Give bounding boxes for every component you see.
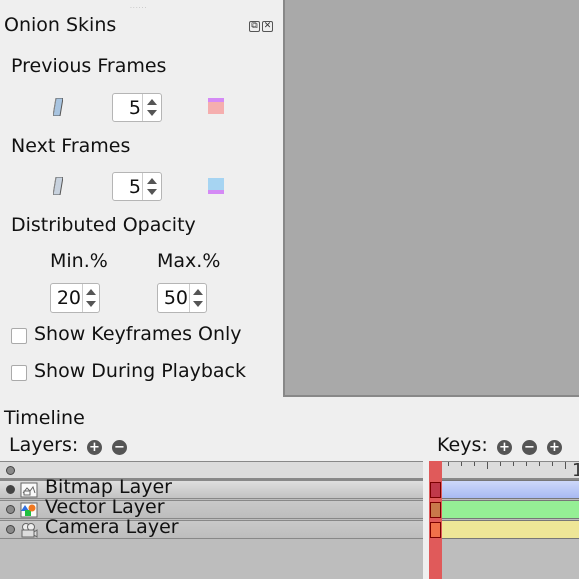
distributed-opacity-label: Distributed Opacity [11,214,196,236]
show-keyframes-only-checkbox[interactable] [11,328,27,344]
previous-frames-value: 5 [128,96,141,119]
next-frames-toggle[interactable] [52,176,64,196]
max-opacity-value: 50 [163,287,188,309]
show-during-playback-checkbox[interactable] [11,365,27,381]
duplicate-keyframe-button[interactable]: + [547,440,562,455]
canvas-area[interactable] [283,0,579,397]
max-opacity-spinbox[interactable]: 50 [157,283,207,313]
decrement-arrow[interactable] [86,301,96,307]
next-frames-value: 5 [128,175,141,198]
layers-label: Layers: [9,434,79,456]
increment-arrow[interactable] [147,178,157,184]
next-frames-spinbox[interactable]: 5 [112,172,162,201]
panel-title: Onion Skins [4,14,117,36]
previous-frames-label: Previous Frames [11,55,167,77]
dock-grip[interactable]: ...... [130,4,146,10]
min-opacity-value: 20 [56,287,81,309]
keyframe-vector[interactable] [430,502,441,518]
playhead[interactable] [429,461,442,579]
keyframe-camera[interactable] [430,522,441,538]
visibility-toggle[interactable] [6,525,15,534]
layers-list: Bitmap Layer Vector Layer Camera Layer [0,461,423,579]
color-bottom [208,190,224,194]
close-icon: ✕ [263,21,272,31]
layer-name: Vector Layer [45,496,165,518]
duplicate-plus-icon: + [549,440,560,455]
plus-icon: + [89,440,100,455]
decrement-arrow[interactable] [193,301,203,307]
decrement-arrow[interactable] [147,110,157,116]
previous-frames-spinbox[interactable]: 5 [112,93,162,122]
layer-name: Camera Layer [45,516,179,538]
add-layer-button[interactable]: + [87,440,102,455]
min-opacity-spinbox[interactable]: 20 [50,283,100,313]
frames-icon [52,97,64,117]
track-bitmap[interactable] [429,480,579,499]
increment-arrow[interactable] [193,289,203,295]
minus-icon: − [524,440,535,455]
remove-keyframe-button[interactable]: − [522,440,537,455]
next-frames-label: Next Frames [11,135,131,157]
track-vector[interactable] [429,500,579,519]
timeline-title: Timeline [4,407,85,429]
keys-label: Keys: [437,434,488,456]
show-keyframes-only-label[interactable]: Show Keyframes Only [34,323,242,345]
frames-icon [52,176,64,196]
layer-name: Bitmap Layer [45,476,172,498]
keyframes-area[interactable]: 1 1 [429,460,579,579]
ruler-frame-next: 1 [572,460,579,481]
next-frames-color-button[interactable] [208,178,224,194]
plus-icon: + [499,440,510,455]
visibility-toggle[interactable] [6,505,15,514]
min-opacity-label: Min.% [50,250,108,272]
float-panel-button[interactable]: ⧉ [249,21,260,32]
remove-layer-button[interactable]: − [112,440,127,455]
keyframe-bitmap[interactable] [430,482,441,498]
layer-row-camera[interactable]: Camera Layer [0,516,423,539]
increment-arrow[interactable] [147,99,157,105]
add-keyframe-button[interactable]: + [497,440,512,455]
frame-ruler[interactable]: 1 1 [429,460,579,481]
visibility-toggle[interactable] [6,485,15,494]
track-camera[interactable] [429,520,579,539]
decrement-arrow[interactable] [147,189,157,195]
camera-layer-icon [21,523,38,538]
show-during-playback-label[interactable]: Show During Playback [34,360,246,382]
previous-frames-toggle[interactable] [52,97,64,117]
max-opacity-label: Max.% [157,250,221,272]
color-bottom [208,102,224,114]
vector-layer-icon [20,502,38,518]
color-top [208,178,224,190]
toggle-all-visibility[interactable] [6,466,15,475]
minus-icon: − [114,440,125,455]
bitmap-layer-icon [20,482,38,498]
float-icon: ⧉ [251,21,258,31]
previous-frames-color-button[interactable] [208,98,224,114]
increment-arrow[interactable] [86,289,96,295]
close-panel-button[interactable]: ✕ [262,21,273,32]
